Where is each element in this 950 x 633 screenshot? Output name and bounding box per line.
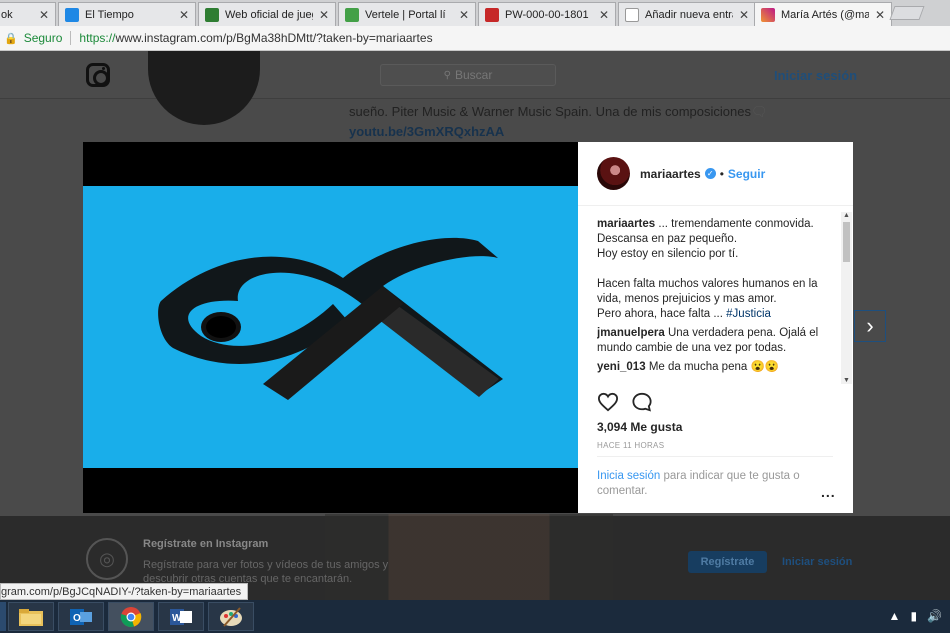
- hashtag-link[interactable]: #Justicia: [726, 308, 771, 320]
- svg-text:O: O: [73, 613, 81, 624]
- divider: [597, 456, 833, 457]
- tab-strip: ok ✕ El Tiempo ✕ Web oficial de jueg ✕ Vert…: [0, 0, 950, 27]
- search-placeholder: Buscar: [454, 68, 493, 82]
- scroll-up-icon[interactable]: ▲: [843, 212, 850, 219]
- network-icon[interactable]: ▮: [910, 609, 917, 623]
- weather-favicon-icon: [65, 7, 79, 22]
- emoji-icon: 🗨: [750, 104, 768, 119]
- banner-subtitle: Regístrate para ver fotos y vídeos de tu…: [143, 559, 389, 585]
- word-icon: W: [170, 608, 192, 625]
- vertele-favicon-icon: [345, 7, 359, 22]
- tab-vertele[interactable]: Vertele | Portal lí ✕: [338, 2, 476, 26]
- post-header: mariaartes ✓ • Seguir: [578, 142, 853, 206]
- banner-title: Regístrate en Instagram: [143, 538, 269, 550]
- background-caption: sueño. Piter Music & Warner Music Spain.…: [349, 104, 768, 119]
- close-tab-icon[interactable]: ✕: [599, 8, 609, 22]
- tab-maria-artes[interactable]: María Artés (@mari ✕: [754, 2, 892, 27]
- post-side-panel: mariaartes ✓ • Seguir mariaartes ... tre…: [578, 142, 853, 513]
- game-favicon-icon: [205, 7, 219, 22]
- comment-icon[interactable]: [631, 392, 653, 412]
- comments-list[interactable]: mariaartes ... tremendamente conmovida. …: [597, 217, 841, 379]
- profile-avatar: [148, 51, 260, 125]
- heart-icon[interactable]: [597, 392, 619, 412]
- follow-button[interactable]: Seguir: [728, 167, 765, 181]
- system-tray: ▲ ▮ 🔊: [889, 609, 942, 623]
- instagram-page: ⚲ Buscar Iniciar sesión sueño. Piter Mus…: [0, 51, 950, 600]
- background-photo: [325, 514, 613, 600]
- new-tab-button[interactable]: [889, 6, 925, 20]
- close-tab-icon[interactable]: ✕: [875, 8, 885, 22]
- folder-icon: [19, 608, 43, 626]
- black-ribbon-image: [158, 237, 503, 400]
- outlook-button[interactable]: O: [58, 602, 104, 631]
- close-tab-icon[interactable]: ✕: [739, 8, 749, 22]
- chevron-right-icon: ›: [866, 313, 874, 338]
- tab-el-tiempo[interactable]: El Tiempo ✕: [58, 2, 196, 26]
- caption: mariaartes ... tremendamente conmovida. …: [597, 218, 818, 320]
- background-link[interactable]: youtu.be/3GmXRQxhzAA: [349, 124, 504, 139]
- separator: [70, 31, 72, 45]
- post-actions: [597, 392, 837, 414]
- likes-count[interactable]: 3,094 Me gusta: [597, 420, 682, 434]
- chrome-button[interactable]: [108, 602, 154, 631]
- tab-web-oficial[interactable]: Web oficial de jueg ✕: [198, 2, 336, 26]
- instagram-logo-icon[interactable]: [86, 63, 110, 87]
- search-input[interactable]: ⚲ Buscar: [380, 64, 556, 86]
- url-text: www.instagram.com/p/BgMa38hDMtt/?taken-b…: [115, 31, 433, 45]
- close-tab-icon[interactable]: ✕: [179, 8, 189, 22]
- post-time: HACE 11 HORAS: [597, 441, 665, 450]
- pw-favicon-icon: [485, 7, 499, 22]
- more-options-button[interactable]: ...: [821, 484, 836, 500]
- page-favicon-icon: [625, 7, 639, 22]
- instagram-header: ⚲ Buscar Iniciar sesión: [0, 51, 950, 99]
- post-username[interactable]: mariaartes: [640, 167, 701, 181]
- tab-facebook[interactable]: ok ✕: [0, 2, 56, 26]
- outlook-icon: O: [70, 608, 92, 625]
- next-post-button[interactable]: ›: [854, 310, 886, 342]
- login-link[interactable]: Iniciar sesión: [774, 68, 857, 83]
- chrome-icon: [120, 606, 142, 627]
- user-avatar[interactable]: [597, 157, 630, 190]
- post-media[interactable]: [83, 142, 578, 513]
- verified-badge-icon: ✓: [704, 168, 716, 179]
- scroll-down-icon[interactable]: ▼: [843, 377, 850, 384]
- tab-anadir-entrada[interactable]: Añadir nueva entrad✕: [618, 2, 756, 26]
- paint-button[interactable]: [208, 602, 254, 631]
- close-tab-icon[interactable]: ✕: [319, 8, 329, 22]
- comment-username[interactable]: jmanuelpera: [597, 327, 665, 339]
- paint-palette-icon: [220, 606, 242, 627]
- close-tab-icon[interactable]: ✕: [39, 8, 49, 22]
- status-url-tooltip: gram.com/p/BgJCqNADIY-/?taken-by=mariaar…: [0, 583, 249, 600]
- tab-pw[interactable]: PW-000-00-1801 ✕: [478, 2, 616, 26]
- comments-scrollbar[interactable]: ▲ ▼: [841, 212, 852, 384]
- show-hidden-icons-icon[interactable]: ▲: [889, 609, 901, 623]
- secure-label: Seguro: [23, 31, 63, 45]
- dot-separator: •: [719, 166, 724, 181]
- instagram-favicon-icon: [761, 8, 775, 22]
- file-explorer-button[interactable]: [8, 602, 54, 631]
- windows-taskbar: O W ▲ ▮ 🔊: [0, 600, 950, 633]
- close-tab-icon[interactable]: ✕: [459, 8, 469, 22]
- word-button[interactable]: W: [158, 602, 204, 631]
- caption-username[interactable]: mariaartes: [597, 218, 655, 230]
- search-icon: ⚲: [443, 69, 451, 81]
- comment-item: yeni_013 Me da mucha pena 😮😮: [597, 361, 780, 373]
- comment-username[interactable]: yeni_013: [597, 361, 646, 373]
- comment-item: jmanuelpera Una verdadera pena. Ojalá el…: [597, 327, 819, 354]
- instagram-camera-icon: ◎: [86, 538, 128, 580]
- signup-button[interactable]: Regístrate: [688, 551, 767, 573]
- svg-text:W: W: [172, 613, 182, 624]
- url-protocol: https://: [79, 31, 116, 45]
- login-prompt: Inicia sesión para indicar que te gusta …: [597, 470, 800, 497]
- scroll-thumb[interactable]: [843, 222, 850, 262]
- start-button[interactable]: [0, 602, 6, 631]
- address-bar[interactable]: 🔒 Seguro https://www.instagram.com/p/BgM…: [0, 26, 950, 51]
- login-prompt-link[interactable]: Inicia sesión: [597, 470, 660, 482]
- lock-icon: 🔒: [4, 32, 18, 45]
- volume-icon[interactable]: 🔊: [927, 609, 942, 623]
- banner-login-link[interactable]: Iniciar sesión: [782, 556, 852, 568]
